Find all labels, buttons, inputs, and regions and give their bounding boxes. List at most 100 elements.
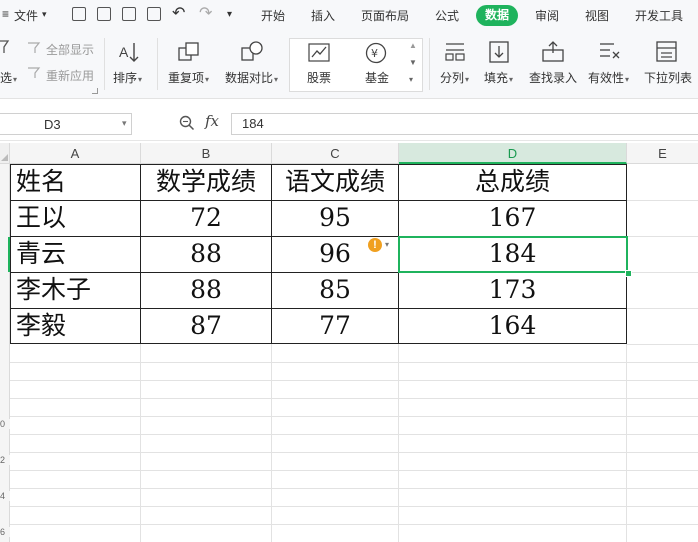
svg-text:¥: ¥ bbox=[371, 47, 378, 60]
select-all-corner[interactable] bbox=[0, 143, 10, 164]
tab-developer[interactable]: 开发工具 bbox=[635, 7, 683, 24]
cell-total[interactable]: 164 bbox=[399, 309, 626, 343]
search-icon[interactable] bbox=[179, 115, 195, 131]
gallery-up-icon[interactable]: ▲ bbox=[409, 41, 417, 50]
header-chinese[interactable]: 语文成绩 bbox=[272, 165, 398, 199]
sort-icon: A bbox=[119, 43, 139, 62]
split-button[interactable]: 分列▾ bbox=[440, 69, 469, 86]
spreadsheet-grid: A B C D E 姓名 数学成绩 语文成绩 总成绩 王以 72 95 167 … bbox=[0, 143, 698, 542]
stock-button[interactable]: 股票 bbox=[307, 69, 331, 86]
name-box[interactable]: D3 ▾ bbox=[0, 113, 132, 135]
column-header-d[interactable]: D bbox=[399, 143, 627, 164]
cell-chinese[interactable]: 85 bbox=[272, 273, 398, 307]
row-number-fragment: 6 bbox=[0, 527, 10, 537]
fund-button[interactable]: 基金 bbox=[365, 69, 389, 86]
tab-review[interactable]: 审阅 bbox=[535, 7, 559, 24]
filter-group-launcher-icon[interactable] bbox=[92, 88, 98, 94]
ribbon: 选▾ 全部显示 重新应用 A 排序▾ 重复项▾ 数据对比▾ 股票 ¥ 基金 ▲ … bbox=[0, 32, 698, 99]
name-box-dropdown-icon[interactable]: ▾ bbox=[122, 118, 127, 129]
cell-math[interactable]: 87 bbox=[141, 309, 271, 343]
sort-button[interactable]: 排序▾ bbox=[113, 69, 142, 86]
dropdown-list-icon bbox=[656, 41, 677, 62]
gridline bbox=[10, 470, 698, 471]
compare-button[interactable]: 数据对比▾ bbox=[225, 69, 278, 86]
ribbon-divider bbox=[104, 38, 105, 90]
selected-cell-border[interactable] bbox=[398, 236, 628, 273]
sort-label: 排序 bbox=[113, 71, 138, 85]
undo-icon[interactable]: ↶ bbox=[172, 3, 185, 23]
tab-data[interactable]: 数据 bbox=[476, 5, 518, 26]
column-header-b[interactable]: B bbox=[141, 143, 272, 164]
column-header-c[interactable]: C bbox=[272, 143, 399, 164]
export-pdf-icon[interactable] bbox=[97, 7, 111, 21]
save-icon[interactable] bbox=[72, 7, 86, 21]
corner-triangle-icon bbox=[1, 154, 8, 161]
fx-icon[interactable]: fx bbox=[205, 112, 219, 130]
cell-name[interactable]: 李木子 bbox=[16, 273, 91, 307]
menu-hamburger-icon[interactable]: ≡ bbox=[2, 7, 9, 21]
cell-total[interactable]: 167 bbox=[399, 201, 626, 235]
tab-page-layout[interactable]: 页面布局 bbox=[361, 7, 409, 24]
formula-bar: D3 ▾ fx 184 bbox=[0, 104, 698, 141]
split-label: 分列 bbox=[440, 71, 465, 85]
tab-insert[interactable]: 插入 bbox=[311, 7, 335, 24]
tab-view[interactable]: 视图 bbox=[585, 7, 609, 24]
row-header-strip[interactable] bbox=[0, 164, 10, 542]
header-total[interactable]: 总成绩 bbox=[399, 165, 626, 199]
file-dropdown-icon[interactable]: ▾ bbox=[42, 9, 47, 20]
cell-total[interactable]: 173 bbox=[399, 273, 626, 307]
cell-chinese[interactable]: 95 bbox=[272, 201, 398, 235]
print-preview-icon[interactable] bbox=[147, 7, 161, 21]
warning-dropdown-icon[interactable]: ▾ bbox=[385, 240, 389, 249]
filter-icon[interactable] bbox=[0, 40, 10, 54]
show-all-icon bbox=[28, 42, 41, 53]
cell-name[interactable]: 青云 bbox=[16, 237, 66, 271]
menu-file[interactable]: 文件 bbox=[14, 7, 38, 24]
header-math[interactable]: 数学成绩 bbox=[141, 165, 271, 199]
quick-access-more-icon[interactable]: ▾ bbox=[227, 9, 232, 20]
tab-formula[interactable]: 公式 bbox=[435, 7, 459, 24]
lookup-entry-icon bbox=[542, 41, 564, 62]
lookup-entry-button[interactable]: 查找录入 bbox=[529, 69, 577, 86]
fill-button[interactable]: 填充▾ bbox=[484, 69, 513, 86]
compare-label: 数据对比 bbox=[225, 71, 274, 85]
gridline bbox=[10, 452, 698, 453]
row-number-fragment: 0 bbox=[0, 419, 10, 429]
dropdown-list-button[interactable]: 下拉列表 bbox=[644, 69, 692, 86]
duplicates-label: 重复项 bbox=[168, 71, 205, 85]
cell-math[interactable]: 88 bbox=[141, 273, 271, 307]
gallery-expand-icon[interactable]: ▾ bbox=[409, 75, 413, 84]
redo-icon[interactable]: ↷ bbox=[199, 3, 212, 23]
reapply-icon bbox=[28, 67, 41, 78]
gridline bbox=[10, 398, 698, 399]
show-all-button[interactable]: 全部显示 bbox=[46, 41, 94, 58]
reapply-button[interactable]: 重新应用 bbox=[46, 67, 94, 84]
tab-home[interactable]: 开始 bbox=[261, 7, 285, 24]
gallery-down-icon[interactable]: ▼ bbox=[409, 58, 417, 67]
stock-icon bbox=[308, 43, 330, 62]
cell-name[interactable]: 李毅 bbox=[16, 309, 66, 343]
cell-name[interactable]: 王以 bbox=[16, 201, 66, 235]
gridline bbox=[10, 416, 698, 417]
column-header-e[interactable]: E bbox=[627, 143, 698, 164]
cell-chinese[interactable]: 77 bbox=[272, 309, 398, 343]
compare-icon bbox=[241, 41, 263, 61]
duplicates-button[interactable]: 重复项▾ bbox=[168, 69, 209, 86]
gridline bbox=[627, 272, 698, 273]
header-name[interactable]: 姓名 bbox=[16, 165, 66, 199]
fill-label: 填充 bbox=[484, 71, 509, 85]
gridline bbox=[627, 236, 698, 237]
filter-button[interactable]: 选▾ bbox=[0, 69, 17, 86]
print-icon[interactable] bbox=[122, 7, 136, 21]
split-column-icon bbox=[445, 43, 465, 61]
menu-bar: ≡ 文件 ▾ ↶ ↷ ▾ 开始 插入 页面布局 公式 数据 审阅 视图 开发工具 bbox=[0, 0, 698, 32]
fill-handle[interactable] bbox=[625, 270, 632, 277]
warning-icon[interactable]: ! bbox=[368, 238, 382, 252]
formula-input[interactable]: 184 bbox=[231, 113, 698, 135]
column-header-a[interactable]: A bbox=[10, 143, 141, 164]
gridline bbox=[627, 200, 698, 201]
cell-math[interactable]: 72 bbox=[141, 201, 271, 235]
gridline bbox=[10, 380, 698, 381]
cell-math[interactable]: 88 bbox=[141, 237, 271, 271]
validity-button[interactable]: 有效性▾ bbox=[588, 69, 629, 86]
